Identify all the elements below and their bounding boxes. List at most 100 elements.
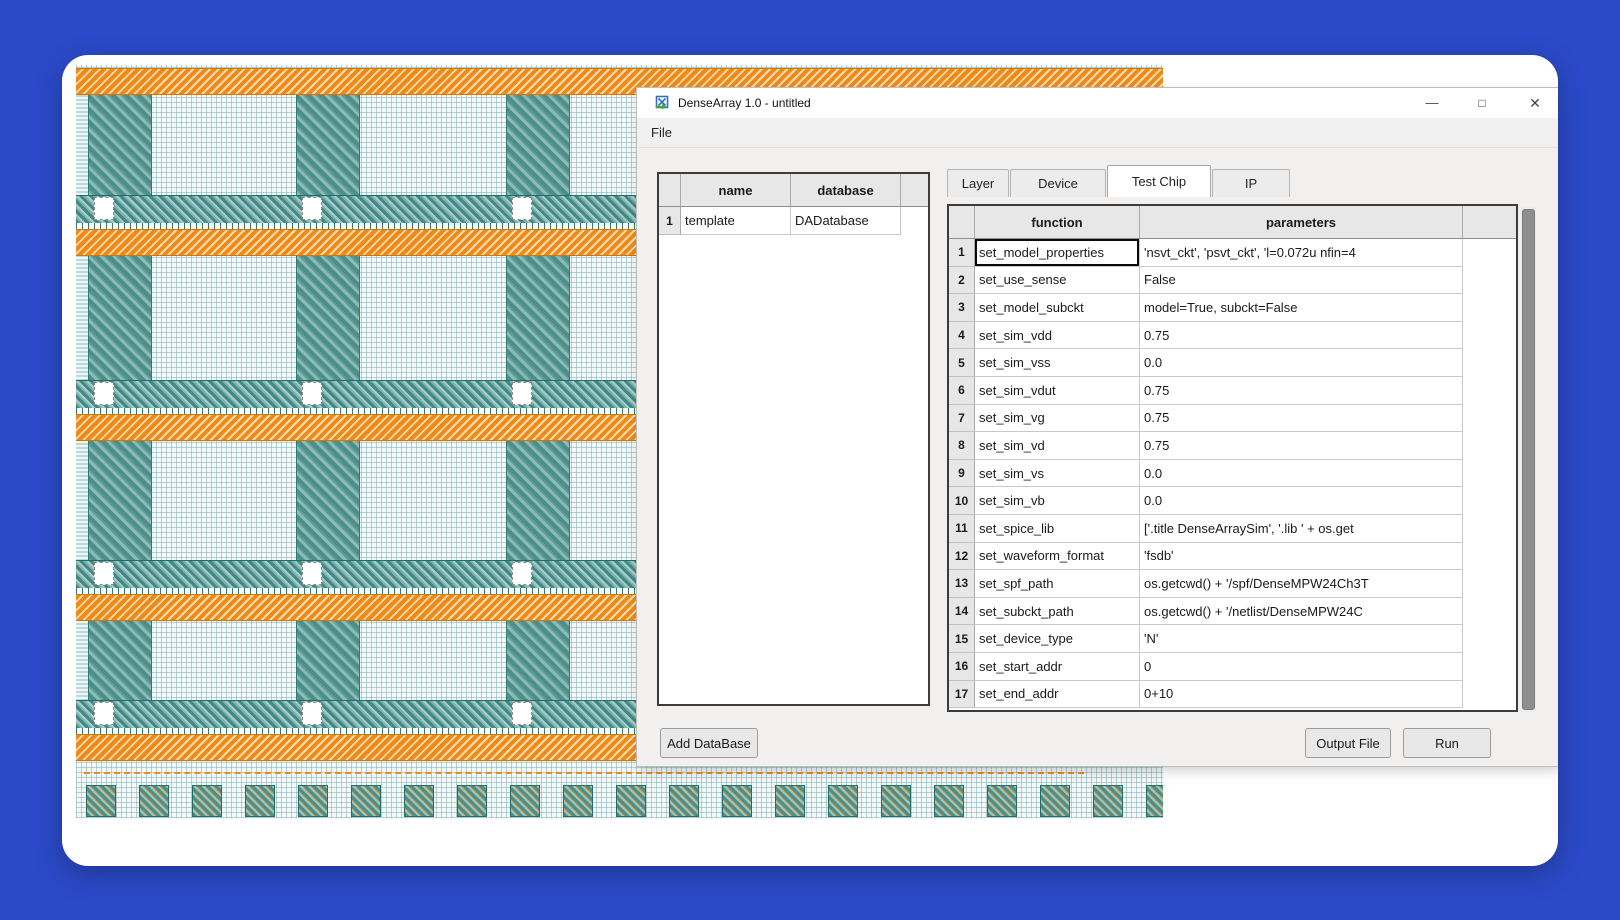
chip-dashed-net bbox=[84, 772, 1084, 774]
row-filler bbox=[1463, 625, 1516, 653]
cell-function[interactable]: set_subckt_path bbox=[975, 598, 1140, 626]
cell-function[interactable]: set_end_addr bbox=[975, 681, 1140, 709]
row-filler bbox=[1463, 598, 1516, 626]
row-number[interactable]: 17 bbox=[949, 681, 975, 709]
row-number[interactable]: 16 bbox=[949, 653, 975, 681]
cell-function[interactable]: set_device_type bbox=[975, 625, 1140, 653]
chip-via-window bbox=[302, 197, 322, 220]
cell-parameters[interactable]: model=True, subckt=False bbox=[1140, 294, 1463, 322]
run-button[interactable]: Run bbox=[1403, 728, 1491, 758]
row-number[interactable]: 12 bbox=[949, 543, 975, 571]
tab-ip[interactable]: IP bbox=[1212, 169, 1290, 197]
cell-function[interactable]: set_model_subckt bbox=[975, 294, 1140, 322]
cell-function[interactable]: set_spice_lib bbox=[975, 515, 1140, 543]
row-number[interactable]: 1 bbox=[659, 207, 681, 235]
row-number[interactable]: 1 bbox=[949, 239, 975, 267]
cell-function[interactable]: set_sim_vg bbox=[975, 405, 1140, 433]
cell-function[interactable]: set_waveform_format bbox=[975, 543, 1140, 571]
table-row: 12set_waveform_format'fsdb' bbox=[949, 543, 1516, 571]
function-table-header: function parameters bbox=[949, 206, 1516, 239]
cell-function[interactable]: set_sim_vdd bbox=[975, 322, 1140, 350]
row-number[interactable]: 6 bbox=[949, 377, 975, 405]
maximize-button[interactable]: □ bbox=[1469, 91, 1495, 115]
cell-parameters[interactable]: 0+10 bbox=[1140, 681, 1463, 709]
cell-function[interactable]: set_sim_vss bbox=[975, 349, 1140, 377]
cell-function[interactable]: set_start_addr bbox=[975, 653, 1140, 681]
cell-parameters[interactable]: os.getcwd() + '/spf/DenseMPW24Ch3T bbox=[1140, 570, 1463, 598]
cell-parameters[interactable]: False bbox=[1140, 267, 1463, 295]
add-database-button[interactable]: Add DataBase bbox=[660, 728, 758, 758]
chip-io-pad bbox=[722, 785, 752, 817]
cell-parameters[interactable]: 0.75 bbox=[1140, 405, 1463, 433]
output-file-button[interactable]: Output File bbox=[1305, 728, 1391, 758]
table-row: 17set_end_addr0+10 bbox=[949, 681, 1516, 709]
row-filler bbox=[1463, 294, 1516, 322]
chip-io-pad bbox=[881, 785, 911, 817]
row-number[interactable]: 15 bbox=[949, 625, 975, 653]
cell-database[interactable]: DADatabase bbox=[791, 207, 901, 235]
file-menu[interactable]: File bbox=[649, 125, 674, 140]
row-number[interactable]: 5 bbox=[949, 349, 975, 377]
column-header-name[interactable]: name bbox=[681, 174, 791, 206]
close-button[interactable]: ✕ bbox=[1522, 91, 1548, 115]
row-number[interactable]: 13 bbox=[949, 570, 975, 598]
row-number[interactable]: 2 bbox=[949, 267, 975, 295]
chip-via-window bbox=[302, 562, 322, 585]
cell-parameters[interactable]: 'nsvt_ckt', 'psvt_ckt', 'l=0.072u nfin=4 bbox=[1140, 239, 1463, 267]
chip-via-window bbox=[302, 702, 322, 725]
row-filler bbox=[1463, 377, 1516, 405]
scrollbar-thumb[interactable] bbox=[1522, 209, 1535, 710]
cell-parameters[interactable]: 'N' bbox=[1140, 625, 1463, 653]
cell-function[interactable]: set_sim_vdut bbox=[975, 377, 1140, 405]
cell-function[interactable]: set_model_properties bbox=[975, 239, 1140, 267]
cell-parameters[interactable]: 'fsdb' bbox=[1140, 543, 1463, 571]
chip-io-pad bbox=[1146, 785, 1163, 817]
cell-function[interactable]: set_spf_path bbox=[975, 570, 1140, 598]
tab-layer[interactable]: Layer bbox=[947, 169, 1009, 197]
function-table: function parameters 1set_model_propertie… bbox=[947, 204, 1518, 712]
row-number[interactable]: 9 bbox=[949, 460, 975, 488]
chip-io-pad bbox=[404, 785, 434, 817]
cell-parameters[interactable]: 0.0 bbox=[1140, 349, 1463, 377]
minimize-button[interactable]: — bbox=[1419, 91, 1445, 115]
function-table-scrollbar[interactable] bbox=[1521, 207, 1536, 712]
tab-bar: LayerDeviceTest ChipIP bbox=[947, 165, 1291, 197]
cell-function[interactable]: set_sim_vd bbox=[975, 432, 1140, 460]
chip-io-pad bbox=[457, 785, 487, 817]
table-row: 13set_spf_pathos.getcwd() + '/spf/DenseM… bbox=[949, 570, 1516, 598]
cell-parameters[interactable]: 0.0 bbox=[1140, 460, 1463, 488]
tab-device[interactable]: Device bbox=[1010, 169, 1106, 197]
row-filler bbox=[1463, 239, 1516, 267]
table-row: 5set_sim_vss0.0 bbox=[949, 349, 1516, 377]
column-header-function[interactable]: function bbox=[975, 206, 1140, 238]
chip-io-pad bbox=[616, 785, 646, 817]
chip-io-pad bbox=[192, 785, 222, 817]
row-number[interactable]: 14 bbox=[949, 598, 975, 626]
cell-function[interactable]: set_sim_vs bbox=[975, 460, 1140, 488]
column-header-database[interactable]: database bbox=[791, 174, 901, 206]
cell-parameters[interactable]: 0.75 bbox=[1140, 322, 1463, 350]
cell-parameters[interactable]: 0 bbox=[1140, 653, 1463, 681]
cell-parameters[interactable]: os.getcwd() + '/netlist/DenseMPW24C bbox=[1140, 598, 1463, 626]
chip-io-pad bbox=[510, 785, 540, 817]
cell-function[interactable]: set_sim_vb bbox=[975, 487, 1140, 515]
row-number[interactable]: 7 bbox=[949, 405, 975, 433]
row-number[interactable]: 10 bbox=[949, 487, 975, 515]
row-number[interactable]: 8 bbox=[949, 432, 975, 460]
chip-io-pad bbox=[1093, 785, 1123, 817]
cell-parameters[interactable]: ['.title DenseArraySim', '.lib ' + os.ge… bbox=[1140, 515, 1463, 543]
cell-parameters[interactable]: 0.75 bbox=[1140, 377, 1463, 405]
row-number[interactable]: 3 bbox=[949, 294, 975, 322]
cell-parameters[interactable]: 0.0 bbox=[1140, 487, 1463, 515]
column-header-parameters[interactable]: parameters bbox=[1140, 206, 1463, 238]
row-number[interactable]: 4 bbox=[949, 322, 975, 350]
cell-function[interactable]: set_use_sense bbox=[975, 267, 1140, 295]
database-table: name database 1templateDADatabase bbox=[657, 172, 930, 706]
tab-test-chip[interactable]: Test Chip bbox=[1107, 165, 1211, 197]
cell-name[interactable]: template bbox=[681, 207, 791, 235]
row-filler bbox=[1463, 543, 1516, 571]
window-title: DenseArray 1.0 - untitled bbox=[678, 96, 811, 110]
header-filler bbox=[1463, 206, 1516, 238]
cell-parameters[interactable]: 0.75 bbox=[1140, 432, 1463, 460]
row-number[interactable]: 11 bbox=[949, 515, 975, 543]
